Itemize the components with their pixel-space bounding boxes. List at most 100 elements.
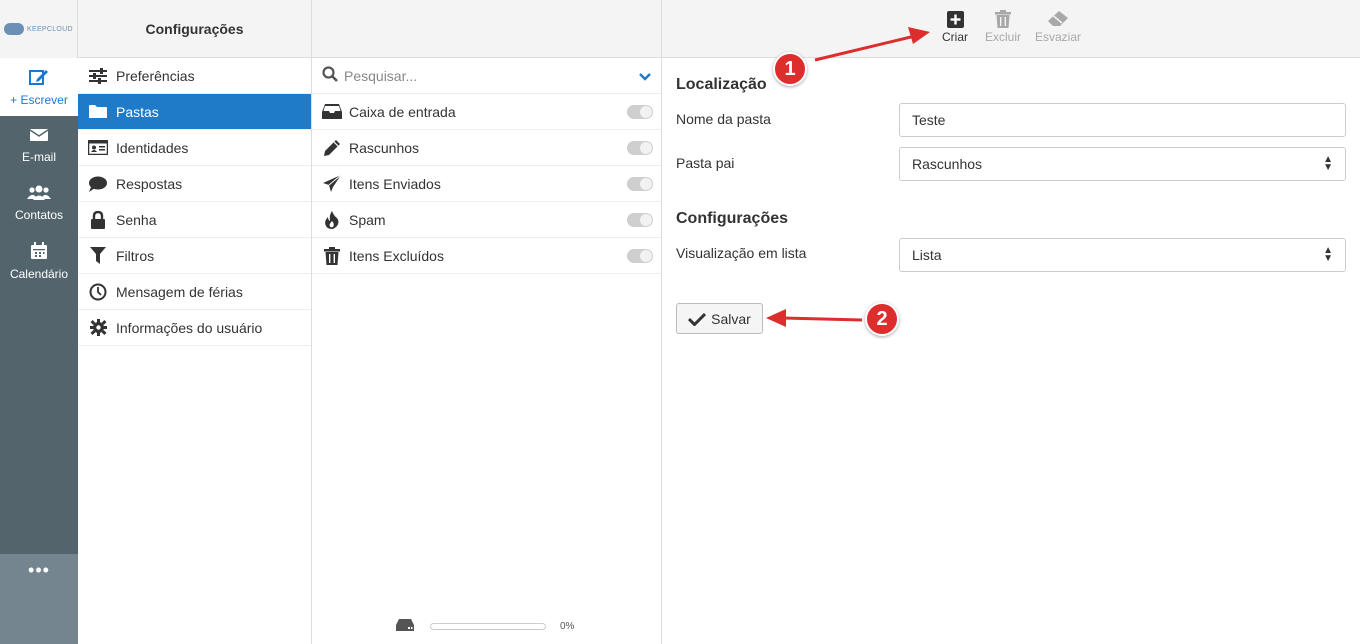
nav-calendar[interactable]: Calendário	[0, 232, 78, 290]
subscription-toggle[interactable]	[627, 212, 653, 227]
settings-panel: Configurações Preferências Pastas Identi…	[78, 0, 312, 644]
section-location-title: Localização	[676, 76, 767, 93]
search-input[interactable]	[344, 67, 639, 84]
paper-plane-icon	[321, 174, 343, 193]
settings-item-label: Preferências	[116, 67, 195, 84]
logo-text: KEEPCLOUD	[27, 25, 73, 33]
cloud-logo-icon	[4, 23, 24, 35]
fire-icon	[321, 210, 343, 229]
settings-item-label: Pastas	[116, 103, 159, 120]
settings-item-label: Respostas	[116, 175, 183, 192]
create-label: Criar	[942, 30, 968, 44]
settings-item-password[interactable]: Senha	[78, 202, 311, 238]
lock-icon	[88, 210, 108, 229]
folders-header	[312, 0, 661, 58]
inbox-icon	[321, 103, 343, 121]
more-button[interactable]: •••	[0, 554, 78, 644]
folder-name-value: Teste	[912, 112, 946, 128]
folder-row-drafts[interactable]: Rascunhos	[312, 130, 661, 166]
folder-name-label: Nome da pasta	[676, 111, 771, 127]
calendar-icon	[30, 241, 48, 265]
settings-item-label: Informações do usuário	[116, 319, 263, 336]
nav-email-label: E-mail	[21, 149, 56, 164]
parent-folder-value: Rascunhos	[912, 156, 983, 172]
nav-email[interactable]: E-mail	[0, 116, 78, 174]
folder-name: Itens Enviados	[349, 175, 441, 192]
logo: KEEPCLOUD	[0, 0, 78, 58]
eraser-icon	[1048, 8, 1068, 30]
pencil-icon	[321, 139, 343, 157]
chevron-down-icon[interactable]	[639, 68, 651, 84]
settings-item-label: Identidades	[116, 139, 189, 156]
empty-label: Esvaziar	[1035, 30, 1082, 44]
folder-row-spam[interactable]: Spam	[312, 202, 661, 238]
empty-button[interactable]: Esvaziar	[1035, 8, 1081, 44]
folder-name: Spam	[349, 211, 386, 228]
nav-contacts-label: Contatos	[14, 207, 64, 222]
folder-name: Itens Excluídos	[349, 247, 444, 264]
more-dots-icon: •••	[28, 560, 50, 580]
section-settings-title: Configurações	[676, 210, 789, 227]
settings-item-identities[interactable]: Identidades	[78, 130, 311, 166]
settings-item-label: Mensagem de férias	[116, 283, 243, 300]
save-label: Salvar	[711, 310, 751, 327]
settings-item-folders[interactable]: Pastas	[78, 94, 311, 130]
settings-item-responses[interactable]: Respostas	[78, 166, 311, 202]
delete-label: Excluir	[985, 30, 1022, 44]
folder-edit-panel: Criar Excluir Esvaziar Localização Nome …	[662, 0, 1360, 644]
trash-icon	[995, 8, 1011, 30]
parent-folder-select[interactable]: Rascunhos ▲ ▼	[899, 147, 1346, 181]
compose-label: + Escrever	[10, 92, 68, 107]
settings-item-user-info[interactable]: Informações do usuário	[78, 310, 311, 346]
compose-button[interactable]: + Escrever	[0, 58, 78, 116]
subscription-toggle[interactable]	[627, 176, 653, 191]
quota-bar	[430, 623, 546, 630]
users-icon	[27, 185, 51, 206]
nav-rail: KEEPCLOUD + Escrever E-mail Contatos Cal…	[0, 0, 78, 644]
subscription-toggle[interactable]	[627, 140, 653, 155]
search-icon	[322, 66, 338, 85]
checkmark-icon	[688, 312, 707, 326]
list-view-label: Visualização em lista	[676, 245, 807, 261]
clock-icon	[88, 283, 108, 301]
settings-item-preferences[interactable]: Preferências	[78, 58, 311, 94]
envelope-icon	[29, 127, 49, 148]
settings-item-label: Senha	[116, 211, 157, 228]
parent-folder-label: Pasta pai	[676, 155, 735, 171]
delete-button[interactable]: Excluir	[985, 8, 1021, 44]
nav-calendar-label: Calendário	[9, 266, 69, 281]
sliders-icon	[88, 67, 108, 85]
folder-row-inbox[interactable]: Caixa de entrada	[312, 94, 661, 130]
nav-contacts[interactable]: Contatos	[0, 174, 78, 232]
id-card-icon	[88, 139, 108, 157]
gear-icon	[88, 319, 108, 337]
plus-square-icon	[946, 8, 964, 30]
subscription-toggle[interactable]	[627, 248, 653, 263]
select-arrows-icon: ▲ ▼	[1323, 245, 1333, 264]
create-button[interactable]: Criar	[942, 8, 968, 44]
settings-item-label: Filtros	[116, 247, 155, 264]
folder-row-sent[interactable]: Itens Enviados	[312, 166, 661, 202]
settings-item-filters[interactable]: Filtros	[78, 238, 311, 274]
folder-name: Caixa de entrada	[349, 103, 456, 120]
folder-icon	[88, 103, 108, 121]
select-arrows-icon: ▲ ▼	[1323, 154, 1333, 173]
list-view-select[interactable]: Lista ▲ ▼	[899, 238, 1346, 272]
folder-name-field[interactable]: Teste	[899, 103, 1346, 137]
storage-drive-icon	[396, 619, 414, 634]
save-button[interactable]: Salvar	[676, 303, 763, 334]
step-badge-1: 1	[773, 52, 807, 86]
trash-icon	[321, 246, 343, 265]
folders-panel: Caixa de entrada Rascunhos Itens Enviado…	[312, 0, 662, 644]
quota-indicator: 0%	[396, 619, 574, 634]
compose-icon	[29, 68, 49, 91]
subscription-toggle[interactable]	[627, 104, 653, 119]
comment-icon	[88, 175, 108, 193]
folder-search	[312, 58, 661, 94]
folder-row-trash[interactable]: Itens Excluídos	[312, 238, 661, 274]
settings-title: Configurações	[78, 0, 311, 58]
list-view-value: Lista	[912, 247, 942, 263]
filter-icon	[88, 247, 108, 265]
settings-item-vacation[interactable]: Mensagem de férias	[78, 274, 311, 310]
toolbar: Criar Excluir Esvaziar	[662, 0, 1360, 58]
